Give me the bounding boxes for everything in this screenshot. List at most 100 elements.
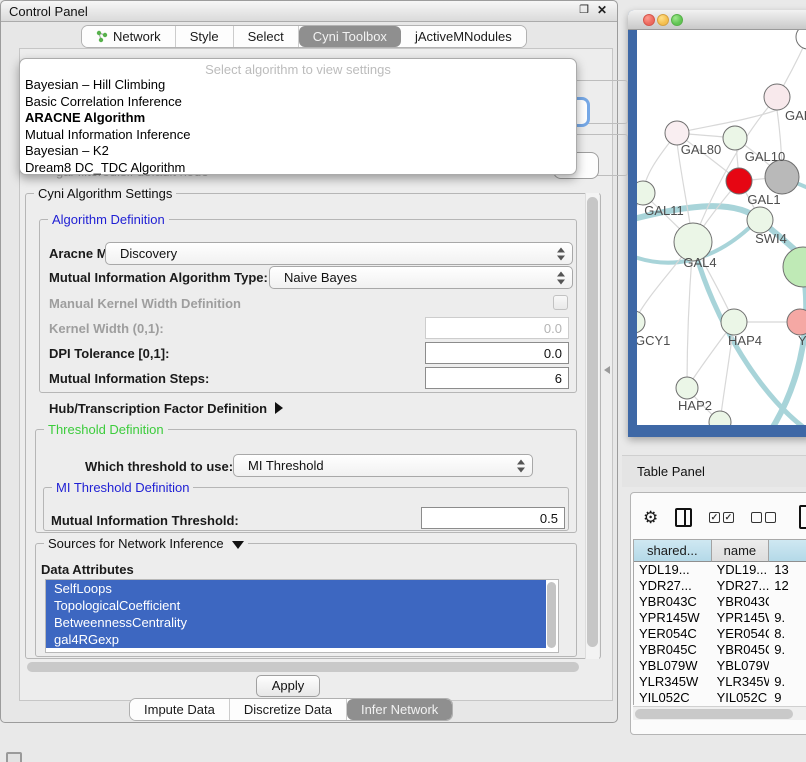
- network-node[interactable]: [796, 30, 806, 49]
- tab-network[interactable]: Network: [82, 26, 176, 47]
- settings-horizontal-scrollbar-thumb[interactable]: [27, 662, 579, 672]
- table-row[interactable]: YDR27...YDR27...12: [634, 578, 806, 594]
- network-node-hap4[interactable]: [721, 309, 747, 335]
- network-node[interactable]: [709, 411, 731, 425]
- attribute-item[interactable]: TopologicalCoefficient: [46, 597, 546, 614]
- checked-box-icon: ✓: [709, 512, 720, 523]
- network-tab-icon: [96, 30, 108, 43]
- network-node-label: GAL10: [745, 149, 785, 164]
- column-header-shared[interactable]: shared...: [634, 540, 712, 562]
- checked-box-icon: ✓: [723, 512, 734, 523]
- algorithm-option[interactable]: Bayesian – K2: [20, 143, 576, 160]
- table-row[interactable]: YBR045CYBR045C9.: [634, 642, 806, 658]
- algorithm-definition-title: Algorithm Definition: [48, 212, 169, 227]
- node-table: shared...name YDL19...YDL19...13YDR27...…: [633, 539, 806, 705]
- network-node-gal7[interactable]: [764, 84, 790, 110]
- panel-divider-arrow-icon[interactable]: [604, 366, 610, 374]
- table-cell: 13: [769, 562, 806, 578]
- tab-impute-data[interactable]: Impute Data: [130, 699, 230, 720]
- bottom-tab-bar: Impute DataDiscretize DataInfer Network: [129, 698, 453, 721]
- attribute-item[interactable]: BetweennessCentrality: [46, 614, 546, 631]
- algorithm-option[interactable]: ARACNE Algorithm: [20, 110, 576, 127]
- table-cell: [769, 658, 806, 674]
- network-node-gal1[interactable]: [726, 168, 752, 194]
- column-header[interactable]: [769, 540, 806, 562]
- attribute-list-scrollbar[interactable]: [547, 582, 556, 648]
- table-horizontal-scrollbar-thumb[interactable]: [635, 709, 793, 719]
- tab-style[interactable]: Style: [176, 26, 234, 47]
- kernel-width-field[interactable]: 0.0: [425, 317, 569, 339]
- table-row[interactable]: YDL19...YDL19...13: [634, 562, 806, 578]
- network-node-label: HAP2: [678, 398, 712, 413]
- network-node-y[interactable]: [787, 309, 806, 335]
- table-row[interactable]: YLR345WYLR345W9.: [634, 674, 806, 690]
- tab-label: Network: [113, 29, 161, 44]
- combo-spinner-icon: [557, 271, 565, 284]
- table-cell: 9.: [769, 642, 806, 658]
- tab-infer-network[interactable]: Infer Network: [347, 699, 452, 720]
- top-tab-bar: Network StyleSelect Cyni Toolbox jActiveMNo…: [81, 25, 527, 48]
- document-icon[interactable]: [799, 505, 806, 529]
- dpi-tolerance-label: DPI Tolerance [0,1]:: [49, 346, 169, 361]
- network-node-label: HAP4: [728, 333, 762, 348]
- network-node-label: GAL7: [785, 108, 806, 123]
- hub-definition-toggle[interactable]: Hub/Transcription Factor Definition: [49, 401, 283, 416]
- minimize-traffic-light-icon[interactable]: [657, 14, 669, 26]
- dpi-tolerance-field[interactable]: 0.0: [425, 342, 569, 364]
- apply-button[interactable]: Apply: [256, 675, 320, 697]
- attribute-item[interactable]: gal4RGexp: [46, 631, 546, 648]
- table-row[interactable]: YIL052CYIL052C9: [634, 690, 806, 705]
- sources-group-title[interactable]: Sources for Network Inference: [44, 536, 248, 551]
- table-cell: 9.: [769, 674, 806, 690]
- network-node-label: Y: [798, 333, 806, 348]
- zoom-traffic-light-icon[interactable]: [671, 14, 683, 26]
- close-traffic-light-icon[interactable]: [643, 14, 655, 26]
- table-row[interactable]: YBR043CYBR043C: [634, 594, 806, 610]
- close-window-icon[interactable]: ✕: [597, 3, 607, 17]
- deselect-all-icon[interactable]: [751, 512, 776, 523]
- table-cell: YIL052C: [712, 690, 770, 705]
- network-node-gcy1[interactable]: [637, 311, 645, 333]
- gear-icon[interactable]: ⚙: [643, 509, 658, 526]
- mi-steps-field[interactable]: 6: [425, 367, 569, 389]
- table-row[interactable]: YER054CYER054C8.: [634, 626, 806, 642]
- tab-label: Cyni Toolbox: [313, 29, 387, 44]
- column-header-name[interactable]: name: [712, 540, 770, 562]
- algorithm-option[interactable]: Bayesian – Hill Climbing: [20, 77, 576, 94]
- network-node-label: GAL1: [747, 192, 780, 207]
- network-node-label: GAL11: [644, 203, 684, 218]
- tab-select[interactable]: Select: [234, 26, 299, 47]
- table-cell: YBL079W: [712, 658, 770, 674]
- tab-jactivemnodules[interactable]: jActiveMNodules: [401, 26, 526, 47]
- mi-type-label: Mutual Information Algorithm Type:: [49, 270, 268, 285]
- attribute-item[interactable]: SelfLoops: [46, 580, 546, 597]
- network-node-hap2[interactable]: [676, 377, 698, 399]
- tab-discretize-data[interactable]: Discretize Data: [230, 699, 347, 720]
- table-toolbar: ⚙ ✓✓: [631, 501, 806, 533]
- mi-type-combo[interactable]: Naive Bayes: [269, 266, 573, 289]
- table-row[interactable]: YPR145WYPR145W9.: [634, 610, 806, 626]
- network-node-gal10[interactable]: [723, 126, 747, 150]
- float-window-icon[interactable]: ❐: [579, 3, 589, 16]
- network-node-swi4[interactable]: [747, 207, 773, 233]
- manual-kernel-checkbox[interactable]: [553, 295, 568, 310]
- algorithm-option[interactable]: Mutual Information Inference: [20, 127, 576, 144]
- table-cell: 9: [769, 690, 806, 705]
- network-window-titlebar: [628, 10, 806, 30]
- tab-cyni-toolbox[interactable]: Cyni Toolbox: [299, 26, 401, 47]
- table-row[interactable]: YBL079WYBL079W: [634, 658, 806, 674]
- network-node[interactable]: [783, 247, 806, 287]
- algorithm-option[interactable]: Basic Correlation Inference: [20, 94, 576, 111]
- columns-icon[interactable]: [675, 508, 692, 527]
- collapsed-panel-icon[interactable]: [6, 752, 22, 762]
- network-node[interactable]: [765, 160, 799, 194]
- network-canvas[interactable]: GAL7GAL80GAL10GAL1GAL11SWI4GAL4GCY1HAP4Y…: [637, 30, 806, 425]
- select-all-icon[interactable]: ✓✓: [709, 512, 734, 523]
- algorithm-option[interactable]: Dream8 DC_TDC Algorithm: [20, 160, 576, 177]
- settings-vertical-scrollbar-thumb[interactable]: [587, 197, 598, 647]
- which-threshold-combo[interactable]: MI Threshold: [233, 454, 533, 477]
- mi-threshold-field[interactable]: 0.5: [421, 507, 565, 529]
- table-header-row: shared...name: [634, 540, 806, 562]
- aracne-mode-combo[interactable]: Discovery: [105, 242, 573, 265]
- network-node-label: SWI4: [755, 231, 787, 246]
